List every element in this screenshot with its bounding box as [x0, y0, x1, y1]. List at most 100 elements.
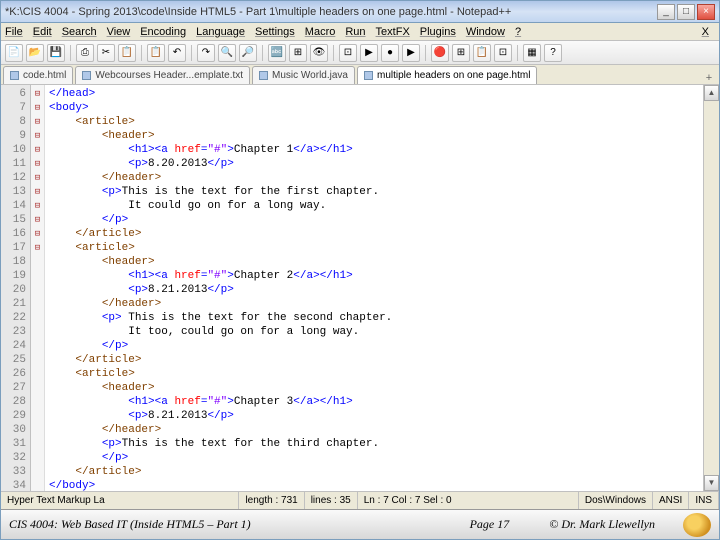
line-number: 24	[1, 339, 26, 353]
code-line[interactable]: </header>	[49, 423, 703, 437]
code-line[interactable]: </head>	[49, 87, 703, 101]
toolbar-button-4[interactable]: ✂	[97, 44, 115, 62]
menu-edit[interactable]: Edit	[33, 26, 52, 38]
menu-plugins[interactable]: Plugins	[420, 26, 456, 38]
toolbar-button-19[interactable]: ⊞	[452, 44, 470, 62]
toolbar-button-16[interactable]: ●	[381, 44, 399, 62]
toolbar-button-1[interactable]: 📂	[26, 44, 44, 62]
menu-file[interactable]: File	[5, 26, 23, 38]
fold-gutter[interactable]: ⊟⊟⊟⊟⊟⊟⊟⊟⊟⊟⊟⊟	[31, 85, 45, 491]
tab-code-html[interactable]: code.html	[3, 66, 73, 84]
code-line[interactable]: <h1><a href="#">Chapter 3</a></h1>	[49, 395, 703, 409]
toolbar-button-15[interactable]: ▶	[360, 44, 378, 62]
toolbar-button-0[interactable]: 📄	[5, 44, 23, 62]
menu-textfx[interactable]: TextFX	[376, 26, 410, 38]
code-line[interactable]: </p>	[49, 213, 703, 227]
fold-toggle-icon[interactable]: ⊟	[31, 129, 44, 143]
code-line[interactable]: <h1><a href="#">Chapter 2</a></h1>	[49, 269, 703, 283]
code-line[interactable]: It too, could go on for a long way.	[49, 325, 703, 339]
code-line[interactable]: <p>This is the text for the third chapte…	[49, 437, 703, 451]
code-line[interactable]: <header>	[49, 129, 703, 143]
fold-toggle-icon[interactable]: ⊟	[31, 87, 44, 101]
code-line[interactable]: <p>8.20.2013</p>	[49, 157, 703, 171]
fold-toggle-icon[interactable]: ⊟	[31, 199, 44, 213]
fold-toggle-icon[interactable]: ⊟	[31, 241, 44, 255]
code-line[interactable]: <article>	[49, 367, 703, 381]
menu-?[interactable]: ?	[515, 26, 521, 38]
menu-view[interactable]: View	[107, 26, 131, 38]
toolbar-button-6[interactable]: 📋	[147, 44, 165, 62]
toolbar-button-11[interactable]: 🔤	[268, 44, 286, 62]
toolbar-button-3[interactable]: ⎙	[76, 44, 94, 62]
fold-toggle-icon[interactable]: ⊟	[31, 115, 44, 129]
fold-toggle-icon[interactable]: ⊟	[31, 185, 44, 199]
tab-music-world-java[interactable]: Music World.java	[252, 66, 355, 84]
menu-macro[interactable]: Macro	[305, 26, 336, 38]
scroll-down-button[interactable]: ▼	[704, 475, 719, 491]
code-line[interactable]: <header>	[49, 381, 703, 395]
code-line[interactable]: <h1><a href="#">Chapter 1</a></h1>	[49, 143, 703, 157]
toolbar-button-12[interactable]: ⊞	[289, 44, 307, 62]
code-line[interactable]: </p>	[49, 339, 703, 353]
code-line[interactable]: <header>	[49, 255, 703, 269]
toolbar-button-22[interactable]: ▦	[523, 44, 541, 62]
code-line[interactable]: </p>	[49, 451, 703, 465]
toolbar-button-9[interactable]: 🔍	[218, 44, 236, 62]
fold-toggle-icon[interactable]: ⊟	[31, 143, 44, 157]
toolbar-button-10[interactable]: 🔎	[239, 44, 257, 62]
code-line[interactable]: <article>	[49, 115, 703, 129]
code-line[interactable]: </header>	[49, 171, 703, 185]
code-line[interactable]: </header>	[49, 297, 703, 311]
line-number: 10	[1, 143, 26, 157]
toolbar-button-14[interactable]: ⊡	[339, 44, 357, 62]
titlebar[interactable]: *K:\CIS 4004 - Spring 2013\code\Inside H…	[1, 1, 719, 23]
tab-multiple-headers-on-one-page-html[interactable]: multiple headers on one page.html	[357, 66, 537, 84]
close-button[interactable]: ×	[697, 4, 715, 20]
fold-toggle-icon[interactable]: ⊟	[31, 213, 44, 227]
menu-window[interactable]: Window	[466, 26, 505, 38]
menu-close[interactable]: X	[702, 26, 709, 38]
code-line[interactable]: It could go on for a long way.	[49, 199, 703, 213]
toolbar-button-7[interactable]: ↶	[168, 44, 186, 62]
menu-search[interactable]: Search	[62, 26, 97, 38]
tab-add[interactable]: +	[701, 72, 717, 84]
code-line[interactable]: <p>This is the text for the first chapte…	[49, 185, 703, 199]
toolbar-button-23[interactable]: ?	[544, 44, 562, 62]
code-line[interactable]: <p>8.21.2013</p>	[49, 409, 703, 423]
scroll-track[interactable]	[704, 101, 719, 475]
fold-toggle-icon[interactable]: ⊟	[31, 227, 44, 241]
toolbar-button-13[interactable]: 👁	[310, 44, 328, 62]
tab-webcourses-header-emplate-txt[interactable]: Webcourses Header...emplate.txt	[75, 66, 250, 84]
code-line[interactable]: </article>	[49, 227, 703, 241]
toolbar-button-18[interactable]: 🔴	[431, 44, 449, 62]
minimize-button[interactable]: _	[657, 4, 675, 20]
toolbar-button-21[interactable]: ⊡	[494, 44, 512, 62]
code-line[interactable]: </article>	[49, 465, 703, 479]
maximize-button[interactable]: □	[677, 4, 695, 20]
line-number: 19	[1, 269, 26, 283]
code-line[interactable]: <article>	[49, 241, 703, 255]
menu-encoding[interactable]: Encoding	[140, 26, 186, 38]
line-number-gutter: 6789101112131415161718192021222324252627…	[1, 85, 31, 491]
scroll-up-button[interactable]: ▲	[704, 85, 719, 101]
code-line[interactable]: <p>8.21.2013</p>	[49, 283, 703, 297]
toolbar-button-2[interactable]: 💾	[47, 44, 65, 62]
toolbar-button-5[interactable]: 📋	[118, 44, 136, 62]
fold-toggle-icon[interactable]: ⊟	[31, 171, 44, 185]
line-number: 27	[1, 381, 26, 395]
fold-toggle-icon[interactable]: ⊟	[31, 157, 44, 171]
code-view[interactable]: </head><body> <article> <header> <h1><a …	[45, 85, 703, 491]
toolbar-button-17[interactable]: ▶	[402, 44, 420, 62]
line-number: 20	[1, 283, 26, 297]
code-line[interactable]: </article>	[49, 353, 703, 367]
code-line[interactable]: <p> This is the text for the second chap…	[49, 311, 703, 325]
fold-toggle-icon[interactable]: ⊟	[31, 101, 44, 115]
code-line[interactable]: </body>	[49, 479, 703, 491]
toolbar-button-20[interactable]: 📋	[473, 44, 491, 62]
menu-language[interactable]: Language	[196, 26, 245, 38]
menu-settings[interactable]: Settings	[255, 26, 295, 38]
menu-run[interactable]: Run	[345, 26, 365, 38]
code-line[interactable]: <body>	[49, 101, 703, 115]
vertical-scrollbar[interactable]: ▲ ▼	[703, 85, 719, 491]
toolbar-button-8[interactable]: ↷	[197, 44, 215, 62]
